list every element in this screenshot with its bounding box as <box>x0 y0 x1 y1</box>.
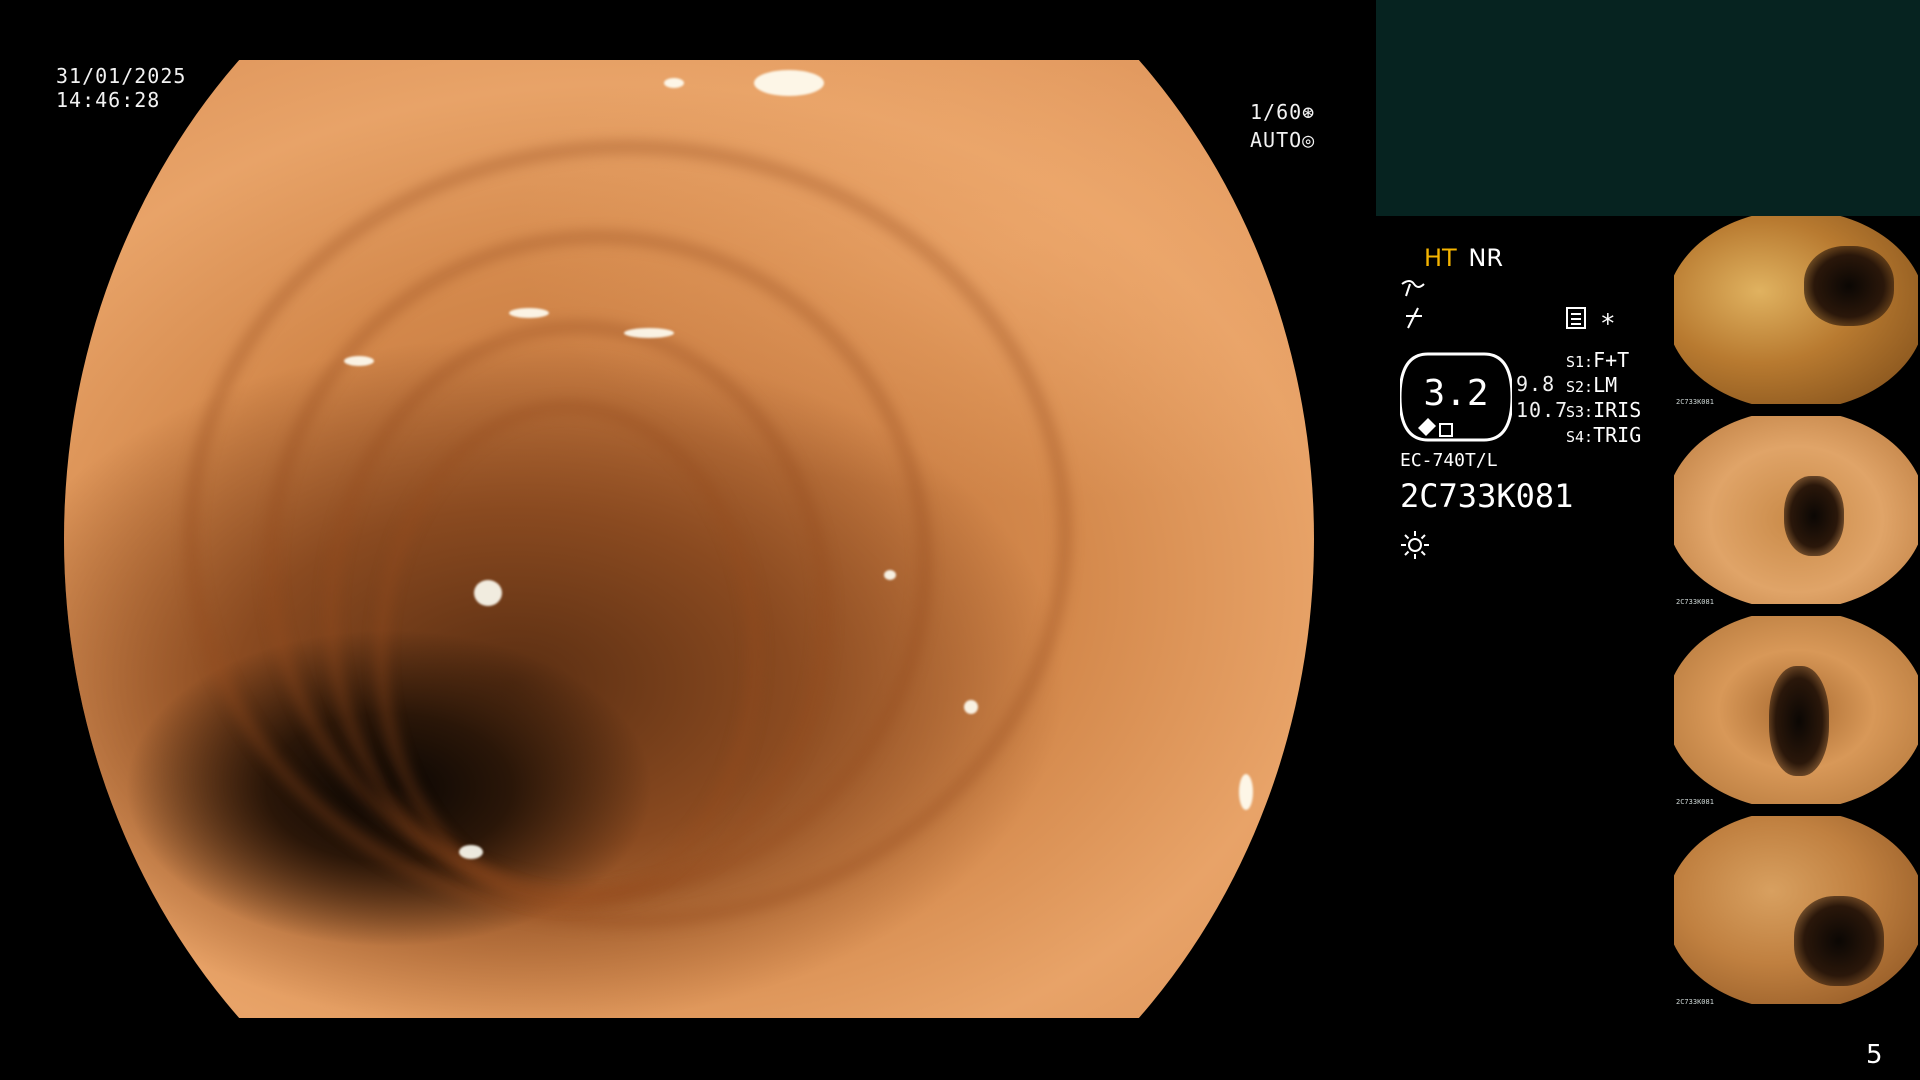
mode-indicators: HT NR <box>1424 244 1503 272</box>
iris-mode: AUTO <box>1250 128 1303 152</box>
gauge-value: 3.2 <box>1423 373 1489 414</box>
shutter-speed: 1/60 <box>1250 100 1303 124</box>
page-number: 5 <box>1866 1040 1883 1070</box>
endoscopic-live-view <box>64 60 1314 1018</box>
structure-enhance-icon <box>1401 280 1425 297</box>
iris-ring-icon: ◎ <box>1302 128 1316 152</box>
gauge-reading-bottom: 10.7 <box>1516 398 1569 422</box>
scope-model: EC-740T/L <box>1400 450 1498 471</box>
memory-card-icon <box>1566 307 1586 329</box>
thumbnail-2-serial: 2C733K081 <box>1676 598 1714 606</box>
color-enhance-icon <box>1406 307 1422 329</box>
gauge-reading-top: 9.8 <box>1516 372 1556 396</box>
switch-assignments: S1:F+T S2:LM S3:IRIS S4:TRIG <box>1566 348 1641 448</box>
thumbnail-4[interactable]: 2C733K081 <box>1672 816 1920 1008</box>
endoscopy-screen: 31/01/2025 14:46:28 1/60⊛ AUTO◎ HT NR ∗ … <box>0 0 1920 1080</box>
patient-info-panel <box>1376 0 1920 216</box>
switch-row-s3: S3:IRIS <box>1566 398 1642 422</box>
switch-row-s1: S1:F+T <box>1566 348 1630 372</box>
asterisk-icon: ∗ <box>1600 304 1616 334</box>
light-sun-icon <box>1401 531 1429 559</box>
shutter-readout: 1/60⊛ <box>1250 100 1315 124</box>
shutter-aperture-icon: ⊛ <box>1302 100 1316 124</box>
iris-readout: AUTO◎ <box>1250 128 1315 152</box>
switch-row-s4: S4:TRIG <box>1566 423 1642 447</box>
scope-serial: 2C733K081 <box>1400 477 1574 515</box>
thumbnail-3[interactable]: 2C733K081 <box>1672 616 1920 808</box>
ht-mode-label: HT <box>1424 244 1457 272</box>
nr-mode-label: NR <box>1468 244 1503 272</box>
thumbnail-4-serial: 2C733K081 <box>1676 998 1714 1006</box>
thumbnail-3-serial: 2C733K081 <box>1676 798 1714 806</box>
thumbnail-1-serial: 2C733K081 <box>1676 398 1714 406</box>
thumbnail-1[interactable]: 2C733K081 <box>1672 216 1920 408</box>
thumbnail-2[interactable]: 2C733K081 <box>1672 416 1920 608</box>
time-label: 14:46:28 <box>56 88 161 112</box>
switch-row-s2: S2:LM <box>1566 373 1618 397</box>
date-label: 31/01/2025 <box>56 64 187 88</box>
